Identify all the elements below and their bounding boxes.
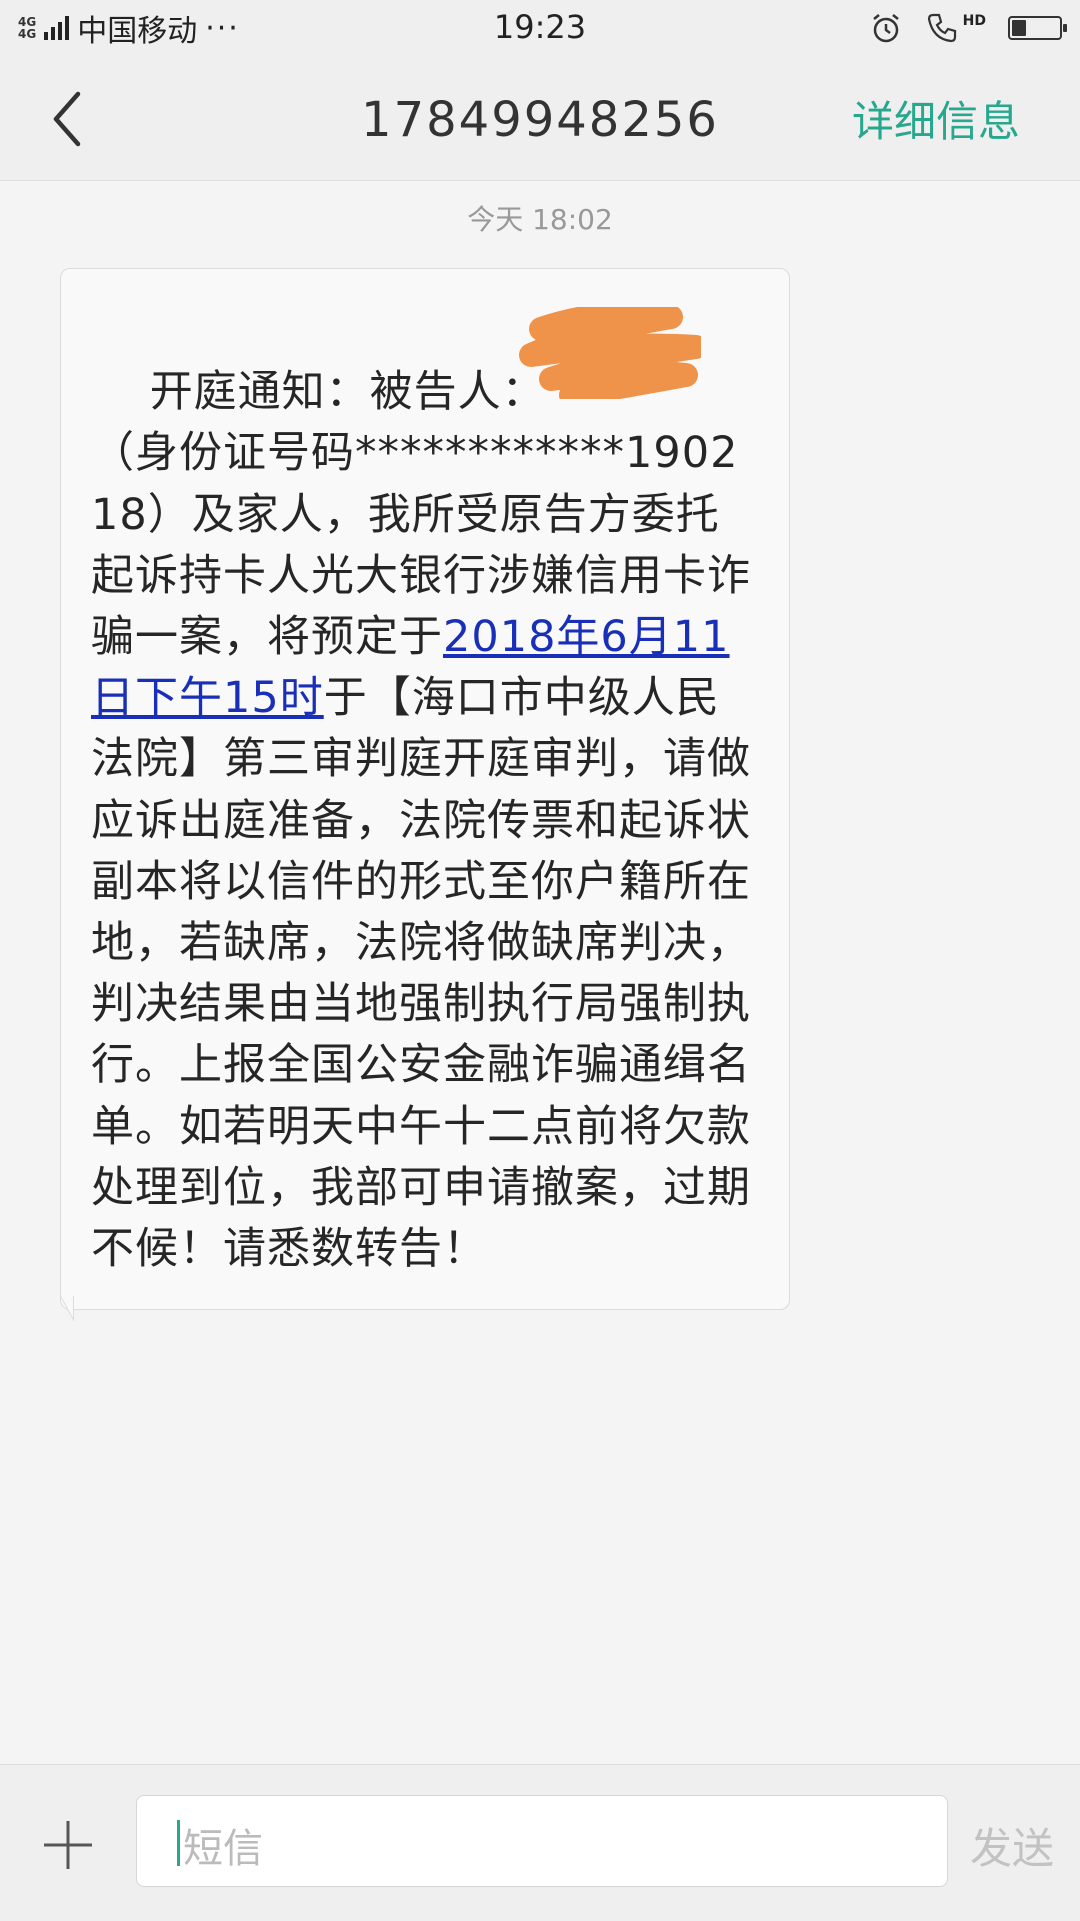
- message-bubble[interactable]: 开庭通知：被告人： （身份证号码************190218）及家人，我…: [60, 268, 790, 1310]
- text-cursor: [177, 1820, 180, 1866]
- redaction-scribble: [519, 307, 701, 399]
- compose-bar: 短信 发送: [0, 1764, 1080, 1921]
- message-text-segment: 于【海口市中级人民法院】第三审判庭开庭审判，请做应诉出庭准备，法院传票和起诉状副…: [91, 673, 751, 1275]
- phone-call-icon: [927, 13, 956, 43]
- status-bar: 4G 4G 中国移动 ··· 19:23 HD: [0, 0, 1080, 56]
- attach-button[interactable]: [40, 1817, 96, 1873]
- status-right: HD: [869, 10, 1067, 46]
- conversation-header: 17849948256 详细信息: [0, 56, 1080, 181]
- message-input[interactable]: 短信: [136, 1795, 948, 1887]
- message-timestamp: 今天 18:02: [467, 203, 613, 236]
- battery-icon: [1008, 16, 1067, 40]
- alarm-icon: [872, 14, 899, 43]
- message-input-placeholder: 短信: [183, 1826, 263, 1872]
- plus-icon: [44, 1821, 92, 1869]
- bubble-tail-fill: [61, 1296, 73, 1318]
- message-text: 开庭通知：被告人： （身份证号码************190218）及家人，我…: [91, 301, 761, 1403]
- hd-voice-badge: HD: [962, 13, 986, 29]
- send-button[interactable]: 发送: [970, 1815, 1054, 1876]
- details-button[interactable]: 详细信息: [852, 88, 1020, 149]
- battery-level: [1012, 20, 1026, 36]
